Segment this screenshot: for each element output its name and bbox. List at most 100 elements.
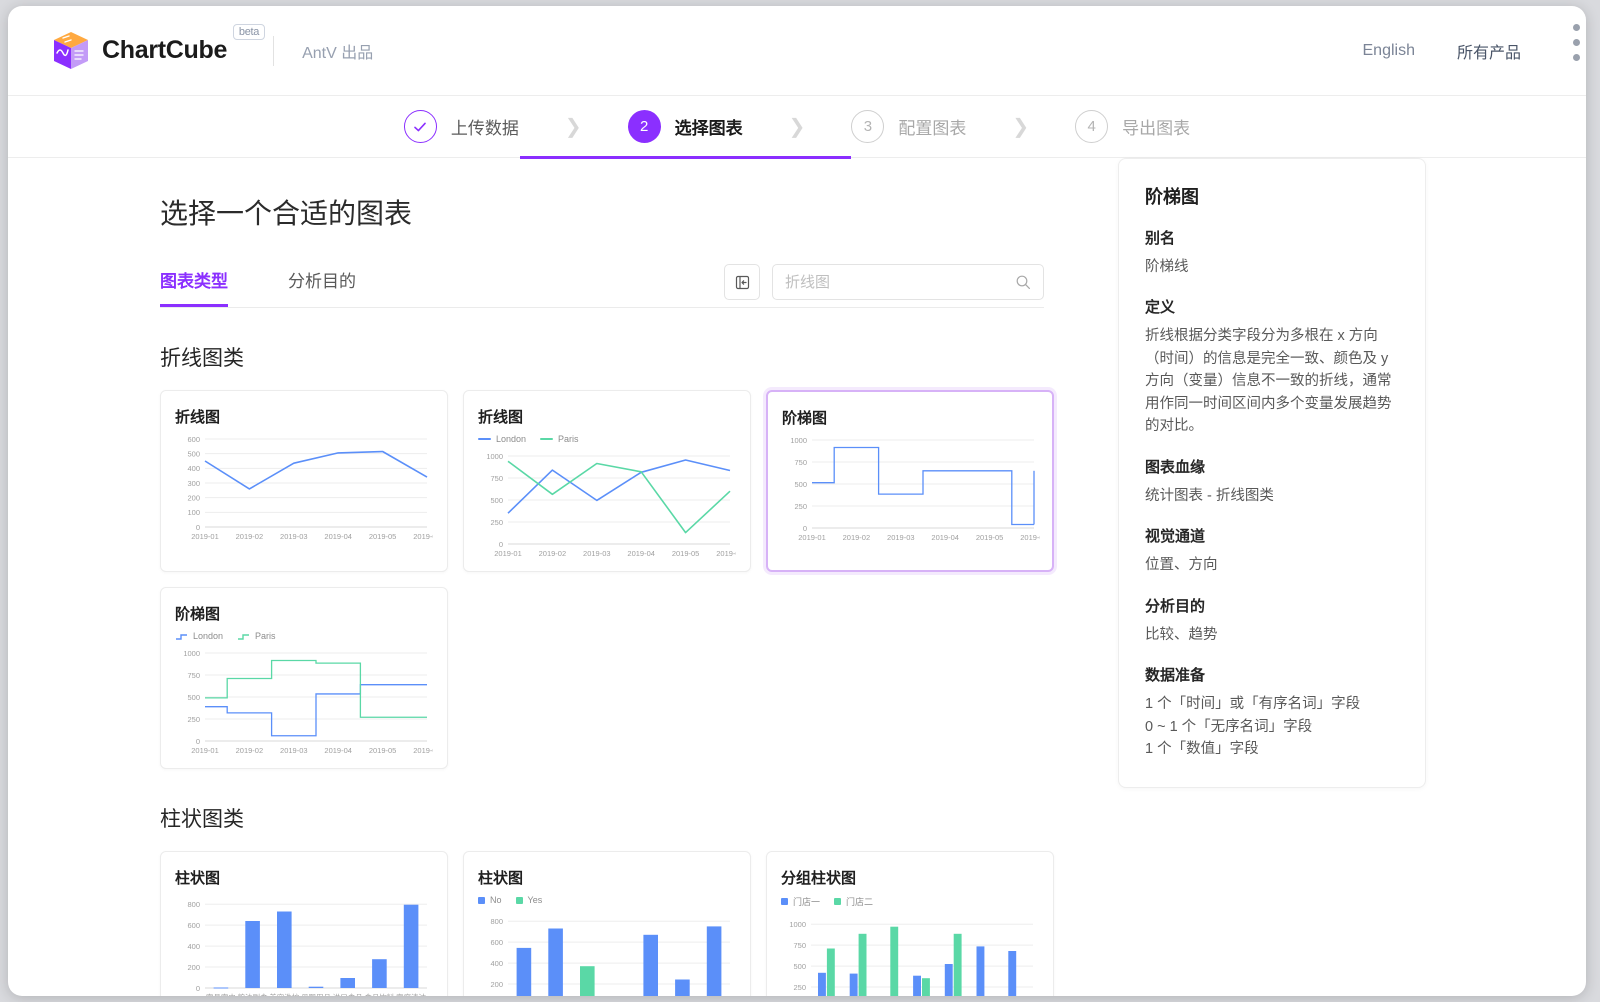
brand[interactable]: ChartCube beta (52, 24, 266, 71)
legend-item[interactable]: Paris (237, 631, 276, 641)
info-field-value: 位置、方向 (1145, 557, 1218, 574)
all-products-menu[interactable]: 所有产品 (1457, 39, 1542, 63)
chart-legend: London Paris (478, 434, 736, 444)
svg-text:2019-06: 2019-06 (716, 549, 736, 558)
legend-item[interactable]: 门店一 (781, 895, 820, 908)
info-field-label: 图表血缘 (1145, 458, 1206, 476)
chart-legend: No Yes (478, 895, 736, 905)
chart-card-title: 分组柱状图 (781, 870, 857, 887)
gallery-toolbar: 图表类型 分析目的 (160, 264, 1044, 308)
legend-label: London (496, 434, 527, 444)
svg-text:2019-03: 2019-03 (280, 532, 308, 541)
header-divider (273, 35, 275, 66)
chart-preview: 0200400600800家具家电粮油副食美容洗护母婴用品进口食品食品饮料家庭清… (478, 911, 736, 996)
svg-text:600: 600 (187, 435, 200, 444)
legend-item[interactable]: No (478, 895, 502, 905)
tab-chart-type[interactable]: 图表类型 (160, 267, 228, 307)
chart-card-title: 折线图 (175, 409, 221, 426)
chart-card-selected[interactable]: 阶梯图 0 250 500 750 1000 2019-01 2019-02 2019-03 20… (766, 390, 1054, 572)
svg-text:200: 200 (490, 980, 503, 989)
svg-text:1000: 1000 (183, 649, 200, 658)
chart-card[interactable]: 柱状图NoYes0200400600800家具家电粮油副食美容洗护母婴用品进口食… (463, 851, 751, 996)
legend-label: Paris (255, 631, 276, 641)
chart-card[interactable]: 柱状图 0 200 400 600 800 家具家电粮油副食美容洗护母婴用品进口食品食品饮料… (160, 851, 448, 996)
chart-card[interactable]: 阶梯图 London Paris 0 250 500 750 1000 2019-01 2019-… (160, 587, 448, 769)
legend-label: 门店二 (846, 897, 874, 907)
chart-card[interactable]: 折线图 London Paris 0 250 500 750 1000 2019-01 2019-… (463, 390, 751, 572)
chart-card[interactable]: 分组柱状图门店一门店二02505007501000家具家电粮油副食美容洗护母婴用… (766, 851, 1054, 996)
svg-text:2019-05: 2019-05 (369, 746, 397, 755)
tab-analysis-purpose[interactable]: 分析目的 (288, 267, 356, 306)
svg-text:2019-03: 2019-03 (887, 533, 915, 542)
svg-text:家具家电: 家具家电 (206, 992, 236, 996)
chart-gallery: 选择一个合适的图表 图表类型 分析目的 折线图 折线图类 折线图 0 100 2… (8, 158, 1118, 996)
step-select-chart[interactable]: 2 选择图表 (519, 96, 851, 159)
step-separator-icon-3: ❯ (1012, 116, 1030, 138)
search-icon (1016, 275, 1030, 289)
chart-card-title: 折线图 (478, 409, 524, 426)
chart-info-card: 阶梯图 别名 阶梯线 定义 折线根据分类字段分为多根在 x 方向（时间）的信息是完全一… (1118, 158, 1426, 788)
chart-preview: 0 250 500 750 1000 2019-01 2019-02 2019-03 2019-… (782, 434, 1040, 546)
chart-legend: 门店一 门店二 (781, 895, 1039, 908)
legend-line-icon (478, 438, 491, 440)
legend-item[interactable]: Paris (540, 434, 579, 444)
svg-text:1000: 1000 (486, 452, 503, 461)
step-separator-icon-1: ❯ (564, 116, 582, 138)
svg-text:母婴用品: 母婴用品 (301, 993, 331, 996)
legend-label: Yes (527, 895, 543, 905)
svg-text:400: 400 (187, 942, 200, 951)
legend-item[interactable]: London (478, 434, 526, 444)
legend-label: 门店一 (793, 897, 821, 907)
collapse-panel-button[interactable] (724, 264, 760, 300)
svg-text:750: 750 (794, 458, 807, 467)
legend-item[interactable]: London (175, 631, 223, 641)
svg-text:粮油副食: 粮油副食 (238, 992, 268, 996)
svg-text:2019-03: 2019-03 (583, 549, 611, 558)
svg-text:2019-06: 2019-06 (413, 746, 433, 755)
step-upload-data[interactable]: 上传数据 (403, 96, 519, 158)
chart-card[interactable]: 折线图 0 100 200 300 400 500 600 2019-01 2019-02 2019… (160, 390, 448, 572)
chart-preview: 0 100 200 300 400 500 600 2019-01 2019-02 2019-03… (175, 433, 433, 545)
step-1-circle (403, 110, 437, 143)
app-window: ChartCube beta AntV 出品 English 所有产品 上传数据… (8, 6, 1586, 996)
svg-text:250: 250 (187, 715, 200, 724)
legend-step-icon (176, 633, 187, 640)
step-3-label: 配置图表 (898, 119, 967, 138)
svg-text:300: 300 (187, 479, 200, 488)
chartcube-logo-icon (52, 31, 90, 71)
svg-text:600: 600 (187, 921, 200, 930)
language-switch-link[interactable]: English (1363, 42, 1415, 60)
step-configure-chart[interactable]: 3 配置图表 (851, 96, 966, 158)
search-input[interactable] (785, 273, 1015, 291)
chart-preview: 0200400600800家具家电粮油副食美容洗护母婴用品进口食品食品饮料家庭清… (175, 894, 433, 996)
legend-label: London (193, 631, 224, 641)
svg-text:2019-01: 2019-01 (191, 532, 219, 541)
info-chart-name: 阶梯图 (1145, 187, 1199, 207)
chart-preview: 0 250 500 750 1000 2019-01 2019-02 2019-03 2019-… (478, 450, 736, 562)
info-field-label: 视觉通道 (1145, 528, 1206, 546)
svg-text:2019-02: 2019-02 (843, 533, 871, 542)
legend-square-icon (781, 898, 788, 905)
legend-item[interactable]: Yes (515, 895, 543, 905)
svg-text:500: 500 (187, 693, 200, 702)
svg-text:800: 800 (490, 917, 503, 926)
svg-text:进口食品: 进口食品 (333, 992, 363, 996)
svg-text:500: 500 (793, 962, 806, 971)
svg-text:600: 600 (490, 938, 503, 947)
svg-text:0: 0 (196, 737, 200, 746)
step-export-chart[interactable]: 4 导出图表 (1075, 96, 1190, 158)
legend-item[interactable]: 门店二 (834, 895, 873, 908)
info-field-value: 1 个「时间」或「有序名词」字段 0 ~ 1 个「无序名词」字段 1 个「数值」… (1145, 696, 1361, 758)
svg-text:美容洗护: 美容洗护 (269, 992, 299, 996)
search-box[interactable] (772, 264, 1044, 300)
svg-text:2019-01: 2019-01 (191, 746, 219, 755)
step-2-circle: 2 (627, 110, 661, 143)
step-3-circle: 3 (851, 110, 885, 143)
svg-text:2019-06: 2019-06 (1020, 533, 1040, 542)
info-field-label: 分析目的 (1145, 597, 1206, 615)
step-4-label: 导出图表 (1122, 119, 1191, 138)
svg-text:2019-05: 2019-05 (369, 532, 397, 541)
page-title: 选择一个合适的图表 (160, 198, 413, 229)
svg-text:2019-04: 2019-04 (931, 533, 959, 542)
svg-text:2019-05: 2019-05 (976, 533, 1004, 542)
